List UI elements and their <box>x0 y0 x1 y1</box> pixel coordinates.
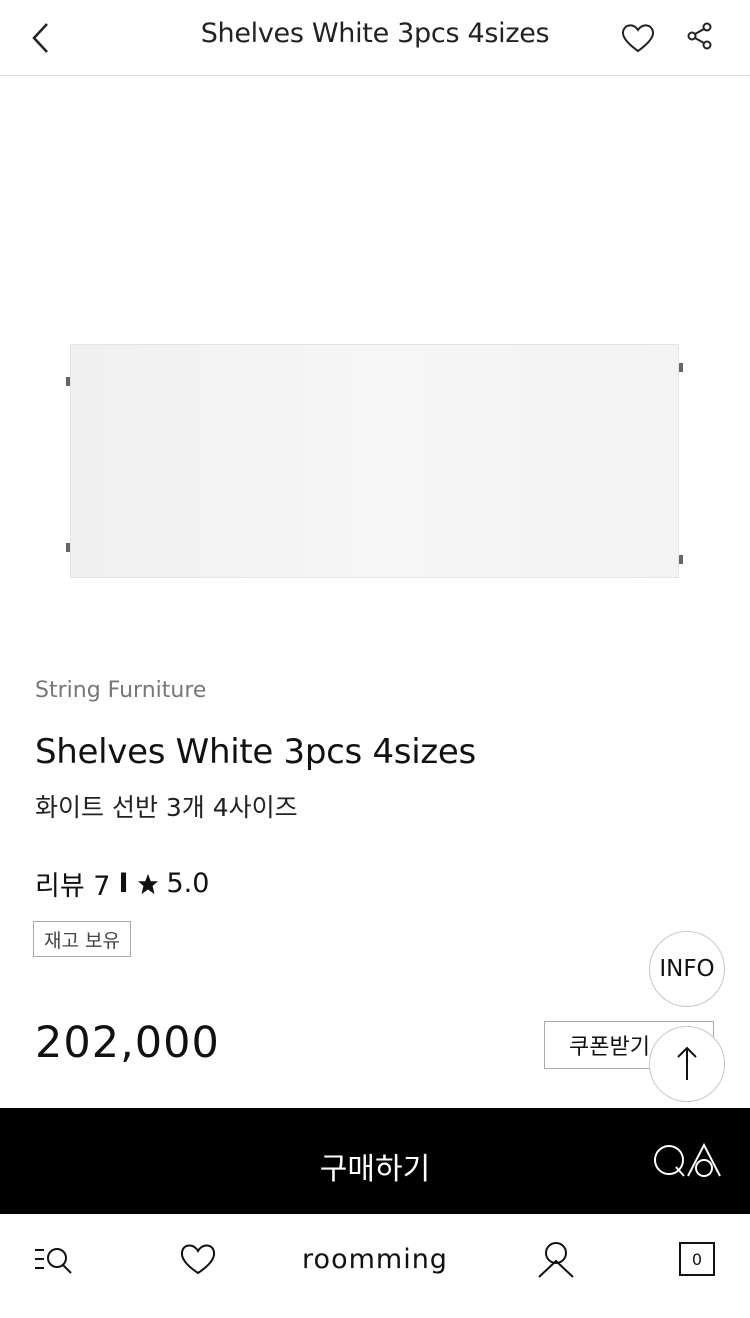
stock-badge: 재고 보유 <box>33 921 131 957</box>
wishlist-button[interactable] <box>618 18 658 58</box>
shelf-peg <box>66 377 70 386</box>
shelf-peg <box>679 555 683 564</box>
user-icon <box>538 1242 574 1278</box>
review-count: 리뷰 7 <box>35 871 111 902</box>
review-separator: I <box>118 868 129 899</box>
review-summary[interactable]: 리뷰 7 I 5.0 <box>35 864 209 903</box>
page-title: Shelves White 3pcs 4sizes <box>200 18 550 49</box>
shelf-peg <box>66 543 70 552</box>
product-name-en: Shelves White 3pcs 4sizes <box>35 732 476 772</box>
back-button[interactable] <box>22 18 62 58</box>
shelf-photo <box>70 344 679 578</box>
shelf-peg <box>679 363 683 372</box>
qa-icon <box>654 1142 721 1177</box>
arrow-up-icon <box>677 1046 697 1080</box>
menu-search-icon <box>35 1248 72 1274</box>
share-icon <box>687 22 712 50</box>
bottom-nav: roomming 0 <box>0 1214 750 1318</box>
scroll-top-button[interactable] <box>649 1026 725 1102</box>
product-price: 202,000 <box>35 1018 220 1068</box>
nav-cart-button[interactable]: 0 <box>678 1236 716 1282</box>
rating-value: 5.0 <box>166 868 210 899</box>
home-logo[interactable]: roomming <box>302 1236 447 1282</box>
buy-bar: 구매하기 <box>0 1108 750 1214</box>
cart-count: 0 <box>679 1242 715 1276</box>
nav-mypage-button[interactable] <box>536 1236 576 1282</box>
nav-search-button[interactable] <box>30 1236 78 1282</box>
nav-wishlist-button[interactable] <box>176 1236 220 1282</box>
star-icon <box>137 873 158 894</box>
top-bar: Shelves White 3pcs 4sizes <box>0 0 750 76</box>
brand-name[interactable]: String Furniture <box>35 678 206 703</box>
qa-button[interactable] <box>652 1140 722 1180</box>
chevron-left-icon <box>32 23 48 53</box>
heart-icon <box>621 24 655 53</box>
product-name-ko: 화이트 선반 3개 4사이즈 <box>35 793 298 822</box>
buy-button[interactable]: 구매하기 <box>200 1144 550 1188</box>
share-button[interactable] <box>684 20 716 52</box>
info-button[interactable]: INFO <box>649 931 725 1007</box>
heart-icon <box>180 1244 216 1275</box>
